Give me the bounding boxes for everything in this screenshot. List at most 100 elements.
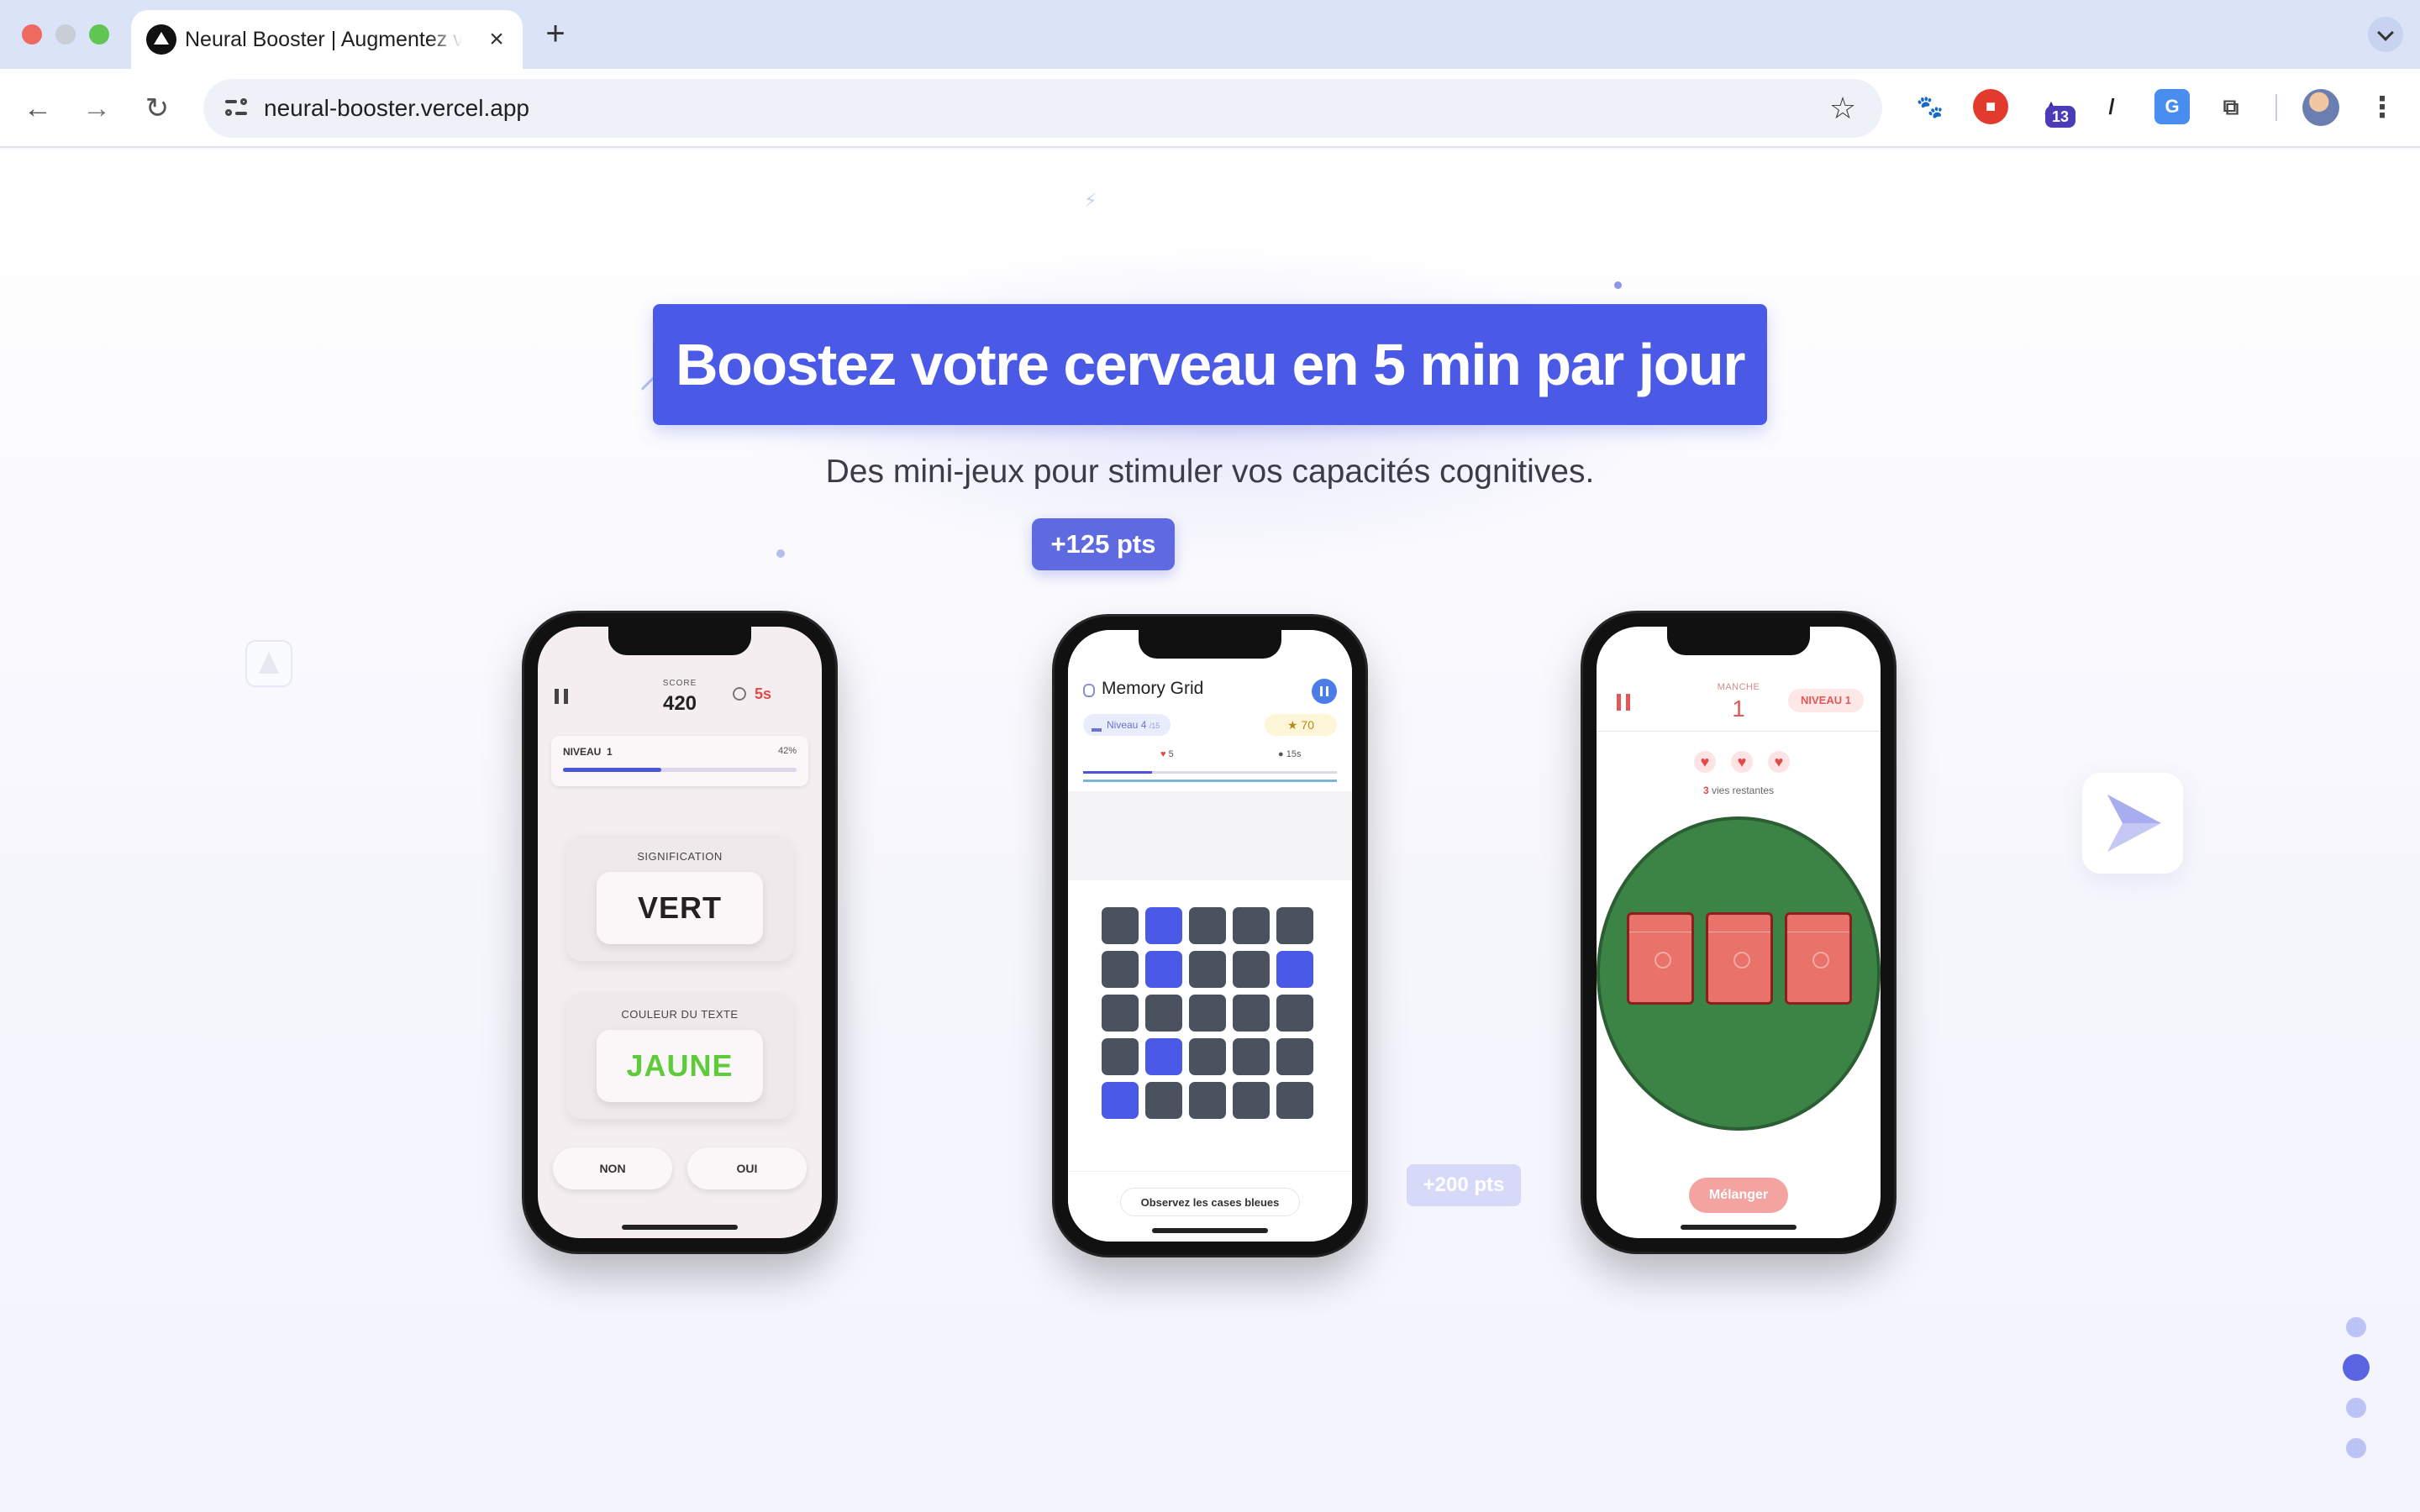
stars-pill: ★ 70 [1265, 714, 1337, 736]
ublock-icon[interactable]: ■ [1973, 89, 2008, 124]
pagination-dot[interactable] [2346, 1438, 2366, 1458]
google-play-button[interactable] [2082, 773, 2183, 874]
app-store-icon[interactable] [245, 640, 292, 687]
close-window-button[interactable] [22, 24, 42, 45]
level-percent: 42% [777, 746, 797, 756]
grid-cell[interactable] [1145, 1082, 1182, 1119]
meaning-word: VERT [597, 872, 763, 944]
cup-card[interactable] [1785, 912, 1852, 1005]
level-pill: Niveau 4 /15 [1083, 714, 1171, 736]
timer-value: 5s [755, 685, 772, 702]
pagination-dot[interactable] [2346, 1317, 2366, 1337]
phone-notch [1139, 630, 1281, 659]
stroop-screen: SCORE 420 5s NIVEAU 1 42% SIGNIFICATION … [538, 627, 822, 1238]
grid-cell[interactable] [1276, 907, 1313, 944]
profile-avatar[interactable] [2302, 89, 2339, 126]
cup-card[interactable] [1706, 912, 1773, 1005]
grid-cell[interactable] [1189, 995, 1226, 1032]
no-button[interactable]: NON [553, 1147, 672, 1189]
level-label: NIVEAU 1 [563, 746, 613, 758]
extension-badge: 13 [2045, 106, 2075, 128]
grid-cell[interactable] [1189, 951, 1226, 988]
phone-notch [608, 627, 751, 655]
maximize-window-button[interactable] [89, 24, 109, 45]
phone-memory-grid: Memory Grid Niveau 4 /15 ★ 70 ♥ 5 ● 15s … [1055, 617, 1365, 1255]
grid-cell[interactable] [1102, 951, 1139, 988]
level-pill: NIVEAU 1 [1788, 689, 1864, 712]
header-divider [1597, 731, 1881, 732]
grid-cell-highlighted[interactable] [1145, 951, 1182, 988]
tab-title: Neural Booster | Augmentez votre [185, 28, 462, 51]
site-settings-icon[interactable] [222, 93, 252, 123]
vercel-favicon-icon [146, 24, 176, 55]
grid-cell[interactable] [1102, 995, 1139, 1032]
translate-icon[interactable]: G [2154, 89, 2190, 124]
pagination-dot-active[interactable] [2343, 1354, 2370, 1381]
cup-card[interactable] [1627, 912, 1694, 1005]
meaning-card: SIGNIFICATION VERT [566, 835, 793, 961]
grid-cell[interactable] [1233, 951, 1270, 988]
memory-grid [1102, 907, 1322, 1127]
heart-icon: ♥ [1694, 751, 1716, 773]
text-color-word: JAUNE [597, 1030, 763, 1102]
score-label: SCORE [662, 679, 697, 688]
pagination-dot[interactable] [2346, 1398, 2366, 1418]
grid-cell-highlighted[interactable] [1276, 951, 1313, 988]
grid-cell[interactable] [1233, 907, 1270, 944]
grid-cell[interactable] [1233, 1082, 1270, 1119]
bookmark-star-icon[interactable]: ☆ [1825, 91, 1860, 126]
score-value: 420 [662, 692, 697, 715]
points-badge-faded: +200 pts [1407, 1164, 1521, 1206]
game-title: Memory Grid [1102, 679, 1204, 698]
grid-cell[interactable] [1276, 1082, 1313, 1119]
grid-cell[interactable] [1189, 1082, 1226, 1119]
forward-button[interactable]: → [76, 87, 118, 129]
text-color-label: COULEUR DU TEXTE [621, 1008, 739, 1021]
yes-button[interactable]: OUI [687, 1147, 807, 1189]
minimize-window-button[interactable] [55, 24, 76, 45]
grid-cell[interactable] [1233, 995, 1270, 1032]
grid-cell[interactable] [1145, 995, 1182, 1032]
address-bar[interactable]: neural-booster.vercel.app ☆ [203, 79, 1882, 138]
play-icon [2107, 795, 2161, 852]
tab-search-dropdown-button[interactable] [2368, 17, 2403, 52]
toolbar-divider [2275, 94, 2277, 121]
grid-cell[interactable] [1276, 995, 1313, 1032]
landing-page: ⚡ Boostez votre cerveau en 5 min par jou… [0, 150, 2420, 1512]
home-indicator [1152, 1228, 1268, 1233]
active-tab[interactable]: Neural Booster | Augmentez votre × [131, 10, 523, 69]
phone-notch [1667, 627, 1810, 655]
back-button[interactable]: ← [17, 87, 59, 129]
shuffle-button[interactable]: Mélanger [1689, 1178, 1788, 1213]
grid-cell-highlighted[interactable] [1145, 1038, 1182, 1075]
new-tab-button[interactable]: + [538, 17, 573, 52]
bolt-decoration-icon: ⚡ [1084, 190, 1097, 211]
grid-cell[interactable] [1102, 1038, 1139, 1075]
grid-cell[interactable] [1189, 1038, 1226, 1075]
browser-menu-button[interactable]: ⋮ [2368, 89, 2396, 126]
lives-indicator: ♥ 5 [1160, 749, 1174, 759]
reload-button[interactable]: ↻ [136, 87, 178, 129]
grid-cell[interactable] [1276, 1038, 1313, 1075]
hero-subtitle: Des mini-jeux pour stimuler vos capacité… [825, 454, 1595, 490]
heart-icon: ♥ [1768, 751, 1790, 773]
grid-cell[interactable] [1233, 1038, 1270, 1075]
hero-title: Boostez votre cerveau en 5 min par jour [676, 332, 1745, 397]
pet-extension-icon[interactable]: 🐾 [1912, 89, 1948, 124]
grid-cell[interactable] [1102, 907, 1139, 944]
puzzle-icon[interactable]: ⧉ [2213, 89, 2249, 124]
decorative-dot [776, 549, 785, 558]
eyedropper-icon[interactable]: / [2094, 89, 2129, 124]
grid-cell[interactable] [1189, 907, 1226, 944]
pause-button[interactable] [1312, 679, 1337, 704]
level-card: NIVEAU 1 42% [551, 736, 808, 786]
brain-icon [1083, 684, 1095, 697]
meaning-label: SIGNIFICATION [637, 850, 723, 863]
grid-cell-highlighted[interactable] [1102, 1082, 1139, 1119]
instruction-pill: Observez les cases bleues [1120, 1188, 1300, 1216]
round-progress-bar [1083, 771, 1337, 774]
grid-cell-highlighted[interactable] [1145, 907, 1182, 944]
timer-progress-bar [1083, 780, 1337, 782]
url-text[interactable]: neural-booster.vercel.app [264, 79, 529, 138]
tab-close-button[interactable]: × [482, 25, 511, 54]
